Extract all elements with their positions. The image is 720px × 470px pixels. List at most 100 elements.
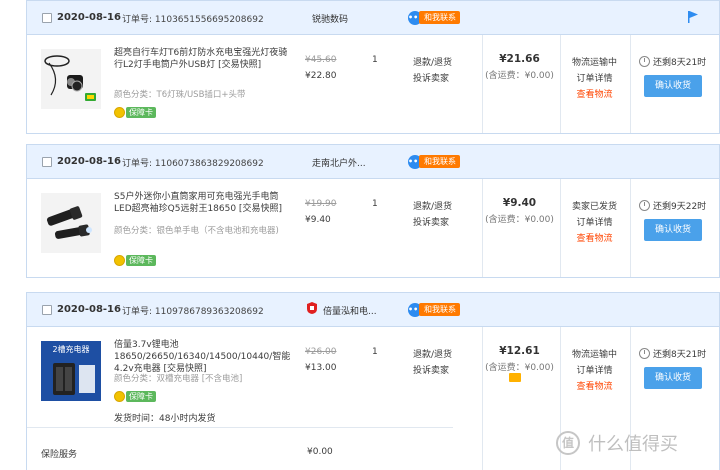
status-text: 物流运输中 <box>571 350 617 360</box>
clock-icon <box>639 348 650 359</box>
unit-price: ¥9.40 <box>305 215 331 225</box>
coin-icon <box>114 107 125 118</box>
guarantee-label: 保障卡 <box>126 107 156 118</box>
order-date: 2020-08-16 <box>57 304 121 315</box>
flag-icon[interactable] <box>687 10 699 24</box>
order-number: 订单号: 1106073863829208692 <box>122 159 264 169</box>
complain-link[interactable]: 投诉卖家 <box>413 71 452 87</box>
total-amount: ¥9.40 <box>502 197 537 209</box>
guarantee-label: 保障卡 <box>126 255 156 266</box>
refund-link[interactable]: 退款/退货 <box>413 347 452 363</box>
product-sku: 颜色分类：银色单手电（不含电池和充电器) <box>114 226 279 236</box>
view-logistics-link[interactable]: 查看物流 <box>567 87 622 103</box>
order-detail-link[interactable]: 订单详情 <box>567 363 622 379</box>
quantity: 1 <box>372 199 378 209</box>
contact-label: 和我联系 <box>419 155 460 168</box>
product-title[interactable]: S5户外迷你小直筒家用可充电强光手电筒LED超亮袖珍Q5远射王18650 [交易… <box>114 191 294 215</box>
after-sale-links: 退款/退货 投诉卖家 <box>413 55 452 87</box>
shop-name[interactable]: 走南北户外... <box>312 156 366 169</box>
product-sku: 颜色分类：T6灯珠/USB插口+头带 <box>114 90 246 100</box>
order-checkbox[interactable] <box>42 305 52 315</box>
after-sale-links: 退款/退货 投诉卖家 <box>413 199 452 231</box>
original-price: ¥45.60 <box>305 55 337 65</box>
guarantee-badge[interactable]: 保障卡 <box>114 255 156 266</box>
coin-icon <box>114 391 125 402</box>
shop-name[interactable]: 锐驰数码 <box>312 12 348 25</box>
service-label: 保险服务 <box>41 450 78 460</box>
truck-icon <box>509 373 521 382</box>
order-number: 订单号: 1103651556695208692 <box>122 15 264 25</box>
watermark: 值 什么值得买 <box>556 430 678 456</box>
thumb-caption: 2槽充电器 <box>52 344 89 354</box>
complain-link[interactable]: 投诉卖家 <box>413 215 452 231</box>
remaining-text: 还剩9天22时 <box>653 202 707 212</box>
product-sku: 颜色分类：双槽充电器 [不含电池] <box>114 374 243 384</box>
view-logistics-link[interactable]: 查看物流 <box>567 379 622 395</box>
service-price: ¥0.00 <box>307 447 333 457</box>
remaining-text: 还剩8天21时 <box>653 58 707 68</box>
contact-seller-button[interactable]: ••• 和我联系 <box>408 154 460 169</box>
view-logistics-link[interactable]: 查看物流 <box>567 231 622 247</box>
clock-icon <box>639 56 650 67</box>
order-checkbox[interactable] <box>42 13 52 23</box>
order-total: ¥21.66 (含运费：¥0.00) <box>482 53 557 81</box>
coin-icon <box>114 255 125 266</box>
product-thumbnail[interactable] <box>41 49 101 109</box>
order-detail-link[interactable]: 订单详情 <box>567 71 622 87</box>
shipping-note: (含运费：¥0.00) <box>485 215 554 225</box>
divider <box>560 179 561 277</box>
contact-label: 和我联系 <box>419 11 460 24</box>
divider <box>482 179 483 277</box>
quantity: 1 <box>372 55 378 65</box>
order-total: ¥9.40 (含运费：¥0.00) <box>482 197 557 225</box>
order-header: 2020-08-16 订单号: 1109786789363208692 倍量泓和… <box>27 293 719 327</box>
shipping-note: (含运费：¥0.00) <box>485 363 554 373</box>
order-card: 2020-08-16 订单号: 1103651556695208692 锐驰数码… <box>26 0 720 134</box>
guarantee-label: 保障卡 <box>126 391 156 402</box>
order-checkbox[interactable] <box>42 157 52 167</box>
time-remaining: 还剩8天21时 <box>639 347 706 360</box>
divider <box>630 179 631 277</box>
quantity: 1 <box>372 347 378 357</box>
original-price: ¥19.90 <box>305 199 337 209</box>
refund-link[interactable]: 退款/退货 <box>413 55 452 71</box>
after-sale-links: 退款/退货 投诉卖家 <box>413 347 452 379</box>
order-total: ¥12.61 (含运费：¥0.00) <box>482 345 557 373</box>
order-body: S5户外迷你小直筒家用可充电强光手电筒LED超亮袖珍Q5远射王18650 [交易… <box>27 179 719 277</box>
product-thumbnail[interactable]: 2槽充电器 <box>41 341 101 401</box>
refund-link[interactable]: 退款/退货 <box>413 199 452 215</box>
confirm-receipt-button[interactable]: 确认收货 <box>644 367 702 389</box>
order-detail-link[interactable]: 订单详情 <box>567 215 622 231</box>
divider <box>560 35 561 133</box>
ship-time: 发货时间：48小时内发货 <box>114 414 216 424</box>
product-thumbnail[interactable] <box>41 193 101 253</box>
order-date: 2020-08-16 <box>57 156 121 167</box>
order-header: 2020-08-16 订单号: 1103651556695208692 锐驰数码… <box>27 1 719 35</box>
divider <box>27 427 453 428</box>
guarantee-badge[interactable]: 保障卡 <box>114 107 156 118</box>
time-remaining: 还剩9天22时 <box>639 199 706 212</box>
unit-price: ¥13.00 <box>305 363 337 373</box>
confirm-receipt-button[interactable]: 确认收货 <box>644 75 702 97</box>
complain-link[interactable]: 投诉卖家 <box>413 363 452 379</box>
divider <box>482 35 483 133</box>
guarantee-badge[interactable]: 保障卡 <box>114 391 156 402</box>
total-amount: ¥21.66 <box>499 53 540 65</box>
shop-logo-icon <box>307 302 317 314</box>
original-price: ¥26.00 <box>305 347 337 357</box>
contact-label: 和我联系 <box>419 303 460 316</box>
product-title[interactable]: 超亮自行车灯T6前灯防水充电宝强光灯夜骑行L2灯手电筒户外USB灯 [交易快照] <box>114 47 294 71</box>
order-status: 物流运输中 订单详情 查看物流 <box>567 347 622 395</box>
order-body: 超亮自行车灯T6前灯防水充电宝强光灯夜骑行L2灯手电筒户外USB灯 [交易快照]… <box>27 35 719 133</box>
order-date: 2020-08-16 <box>57 12 121 23</box>
remaining-text: 还剩8天21时 <box>653 350 707 360</box>
unit-price: ¥22.80 <box>305 71 337 81</box>
product-title[interactable]: 倍量3.7v锂电池18650/26650/16340/14500/10440/智… <box>114 339 294 375</box>
status-text: 卖家已发货 <box>571 202 617 212</box>
shop-name[interactable]: 倍量泓和电... <box>323 304 377 317</box>
order-status: 卖家已发货 订单详情 查看物流 <box>567 199 622 247</box>
confirm-receipt-button[interactable]: 确认收货 <box>644 219 702 241</box>
contact-seller-button[interactable]: ••• 和我联系 <box>408 10 460 25</box>
contact-seller-button[interactable]: ••• 和我联系 <box>408 302 460 317</box>
divider <box>630 35 631 133</box>
